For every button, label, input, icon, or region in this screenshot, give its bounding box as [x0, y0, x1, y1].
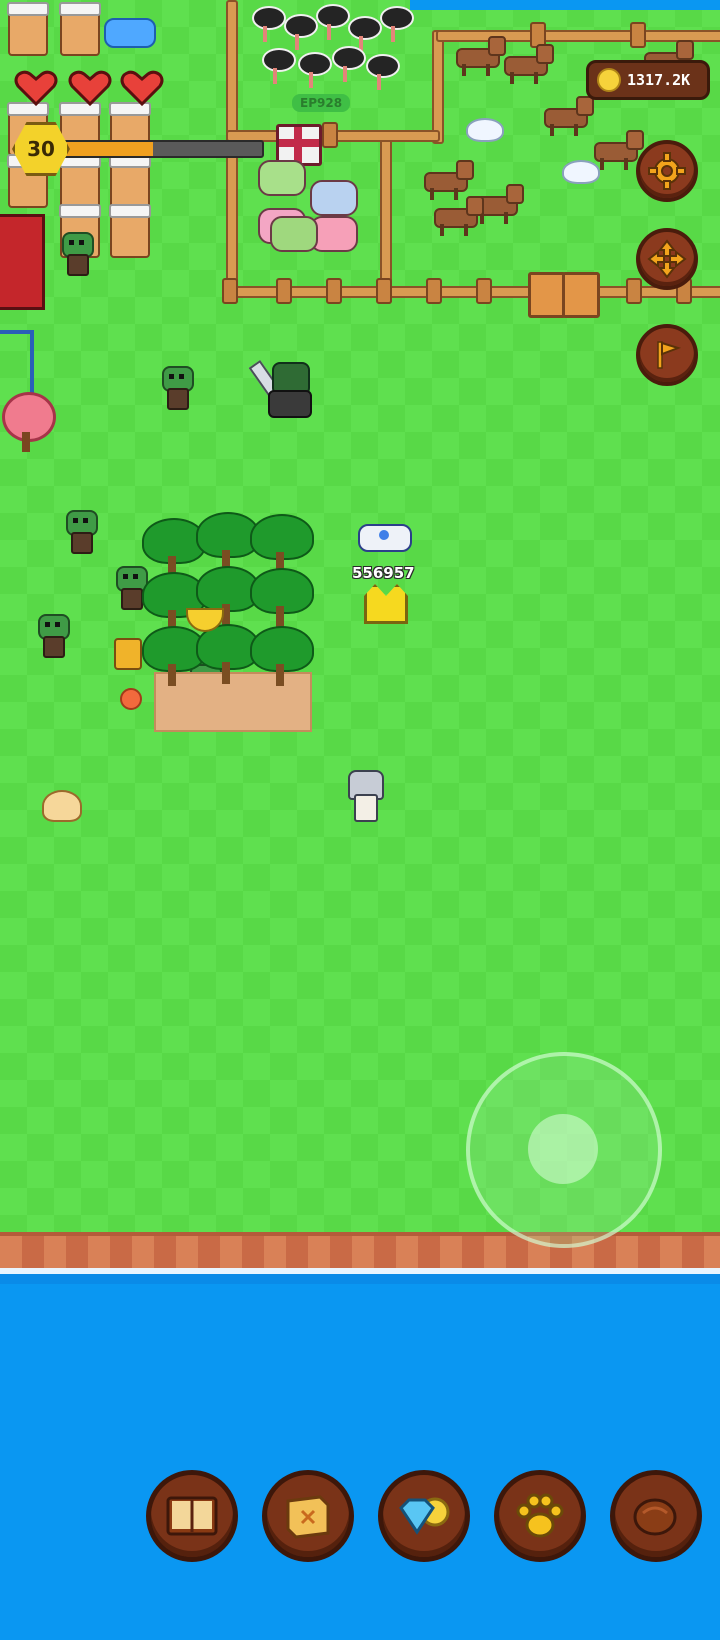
- fence-gate-right[interactable]: [562, 272, 600, 318]
- drone-companion: [358, 524, 412, 552]
- heart-icon: [14, 70, 58, 107]
- settings-button[interactable]: [636, 140, 698, 202]
- honey-jar-icon[interactable]: [114, 638, 142, 670]
- book-button[interactable]: [146, 1470, 238, 1562]
- xp-progress-bar: [62, 140, 264, 158]
- food-button[interactable]: [610, 1470, 702, 1562]
- white-egg[interactable]: [466, 118, 504, 142]
- map-button[interactable]: [262, 1470, 354, 1562]
- goblin[interactable]: [62, 510, 98, 554]
- player-knight[interactable]: [344, 770, 384, 822]
- bread-loaf-icon[interactable]: [42, 790, 82, 822]
- plot-label: EP928: [292, 94, 351, 112]
- sea: [0, 1274, 720, 1640]
- fence-gate-left[interactable]: [528, 272, 566, 318]
- coin-counter[interactable]: 1317.2K: [586, 60, 710, 100]
- gem-coin-shop-icon: [399, 1497, 450, 1535]
- move-button[interactable]: [636, 228, 698, 290]
- orc-warrior[interactable]: [248, 358, 314, 418]
- shop-button[interactable]: [378, 1470, 470, 1562]
- joystick-knob[interactable]: [528, 1114, 598, 1184]
- pink-tree-trunk: [22, 432, 30, 452]
- game-world[interactable]: [0, 0, 720, 1240]
- blue-flowers: [104, 18, 156, 48]
- heart-icon: [68, 70, 112, 107]
- map-scroll-icon: [286, 1495, 330, 1539]
- red-house: [0, 214, 45, 310]
- pets-button[interactable]: [494, 1470, 586, 1562]
- flag-icon: [657, 341, 682, 369]
- white-egg[interactable]: [562, 160, 600, 184]
- xp-progress-fill: [64, 142, 154, 156]
- coin-amount: 1317.2K: [627, 71, 691, 89]
- shoreline: [0, 1232, 720, 1272]
- flower-seed-icon[interactable]: [120, 688, 142, 710]
- settings-gear-icon: [648, 152, 686, 190]
- paw-pets-icon: [516, 1493, 564, 1538]
- coin-icon: [597, 68, 621, 92]
- flag-button[interactable]: [636, 324, 698, 386]
- goblin[interactable]: [58, 232, 94, 276]
- goblin[interactable]: [34, 614, 70, 658]
- damage-number: 556957: [352, 564, 415, 582]
- goblin[interactable]: [158, 366, 194, 410]
- move-arrows-icon: [647, 239, 687, 279]
- heart-icon: [120, 70, 164, 107]
- book-icon: [166, 1496, 218, 1536]
- meat-food-icon: [633, 1498, 677, 1536]
- top-water: [410, 0, 720, 10]
- blue-post: [0, 330, 34, 394]
